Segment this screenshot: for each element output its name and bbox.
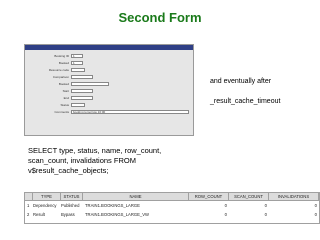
form-label: Resource code bbox=[48, 68, 69, 72]
booked-field[interactable]: 1 bbox=[71, 61, 83, 65]
form-label: Booked bbox=[58, 82, 69, 86]
scan-count-cell: 0 bbox=[264, 212, 267, 217]
note-line-1: and eventually after bbox=[210, 78, 272, 85]
row-number-header bbox=[25, 193, 33, 201]
comments-field[interactable]: booking tomorrow 10:00 bbox=[71, 110, 189, 114]
form-row: Comparison bbox=[25, 74, 195, 80]
status-field[interactable] bbox=[71, 103, 85, 107]
column-header-row-count[interactable]: ROW_COUNT bbox=[189, 193, 229, 201]
form-row: Booked 1 bbox=[25, 60, 195, 66]
row-count-cell: 0 bbox=[224, 212, 227, 217]
form-window: Booking ID 1 Booked 1 Resource code Comp… bbox=[24, 44, 194, 136]
form-row: Booked bbox=[25, 81, 195, 87]
grid-header: TYPE STATUS NAME ROW_COUNT SCAN_COUNT IN… bbox=[25, 193, 319, 201]
slide-title: Second Form bbox=[118, 10, 202, 25]
form-label: Booking ID bbox=[54, 54, 69, 58]
table-row[interactable]: 1 Dependency Published TRAIN1.BOOKINGS_L… bbox=[25, 202, 319, 210]
comparison-field[interactable] bbox=[71, 75, 93, 79]
column-header-status[interactable]: STATUS bbox=[61, 193, 83, 201]
sql-query: SELECT type, status, name, row_count, sc… bbox=[28, 146, 162, 175]
booking-id-field[interactable]: 1 bbox=[71, 54, 83, 58]
form-row: Start bbox=[25, 88, 195, 94]
name-cell: TRAIN1.BOOKINGS_LARGE bbox=[85, 203, 140, 208]
column-header-invalidations[interactable]: INVALIDATIONS bbox=[269, 193, 319, 201]
form-row: Resource code bbox=[25, 67, 195, 73]
end-field[interactable] bbox=[71, 96, 93, 100]
booked-by-field[interactable] bbox=[71, 82, 109, 86]
form-label: Start bbox=[62, 89, 69, 93]
note-line-2: _result_cache_timeout bbox=[210, 98, 281, 105]
invalidations-cell: 0 bbox=[314, 212, 317, 217]
form-row: End bbox=[25, 95, 195, 101]
form-titlebar bbox=[25, 45, 193, 50]
row-count-cell: 0 bbox=[224, 203, 227, 208]
type-cell: Result bbox=[33, 212, 45, 217]
form-row: Status bbox=[25, 102, 195, 108]
status-cell: Published bbox=[61, 203, 80, 208]
form-row: Comments booking tomorrow 10:00 bbox=[25, 109, 195, 115]
column-header-type[interactable]: TYPE bbox=[33, 193, 61, 201]
scan-count-cell: 0 bbox=[264, 203, 267, 208]
result-grid: TYPE STATUS NAME ROW_COUNT SCAN_COUNT IN… bbox=[24, 192, 320, 224]
form-label: Booked bbox=[58, 61, 69, 65]
form-label: Comparison bbox=[52, 75, 69, 79]
form-label: End bbox=[63, 96, 69, 100]
form-label: Comments bbox=[54, 110, 69, 114]
form-label: Status bbox=[60, 103, 69, 107]
status-cell: Bypass bbox=[61, 212, 75, 217]
name-cell: TRAIN1.BOOKINGS_LARGE_VW bbox=[85, 212, 149, 217]
column-header-name[interactable]: NAME bbox=[83, 193, 189, 201]
table-row[interactable]: 2 Result Bypass TRAIN1.BOOKINGS_LARGE_VW… bbox=[25, 211, 319, 219]
form-row: Booking ID 1 bbox=[25, 53, 195, 59]
type-cell: Dependency bbox=[33, 203, 57, 208]
start-field[interactable] bbox=[71, 89, 93, 93]
column-header-scan-count[interactable]: SCAN_COUNT bbox=[229, 193, 269, 201]
resource-code-field[interactable] bbox=[71, 68, 85, 72]
invalidations-cell: 0 bbox=[314, 203, 317, 208]
